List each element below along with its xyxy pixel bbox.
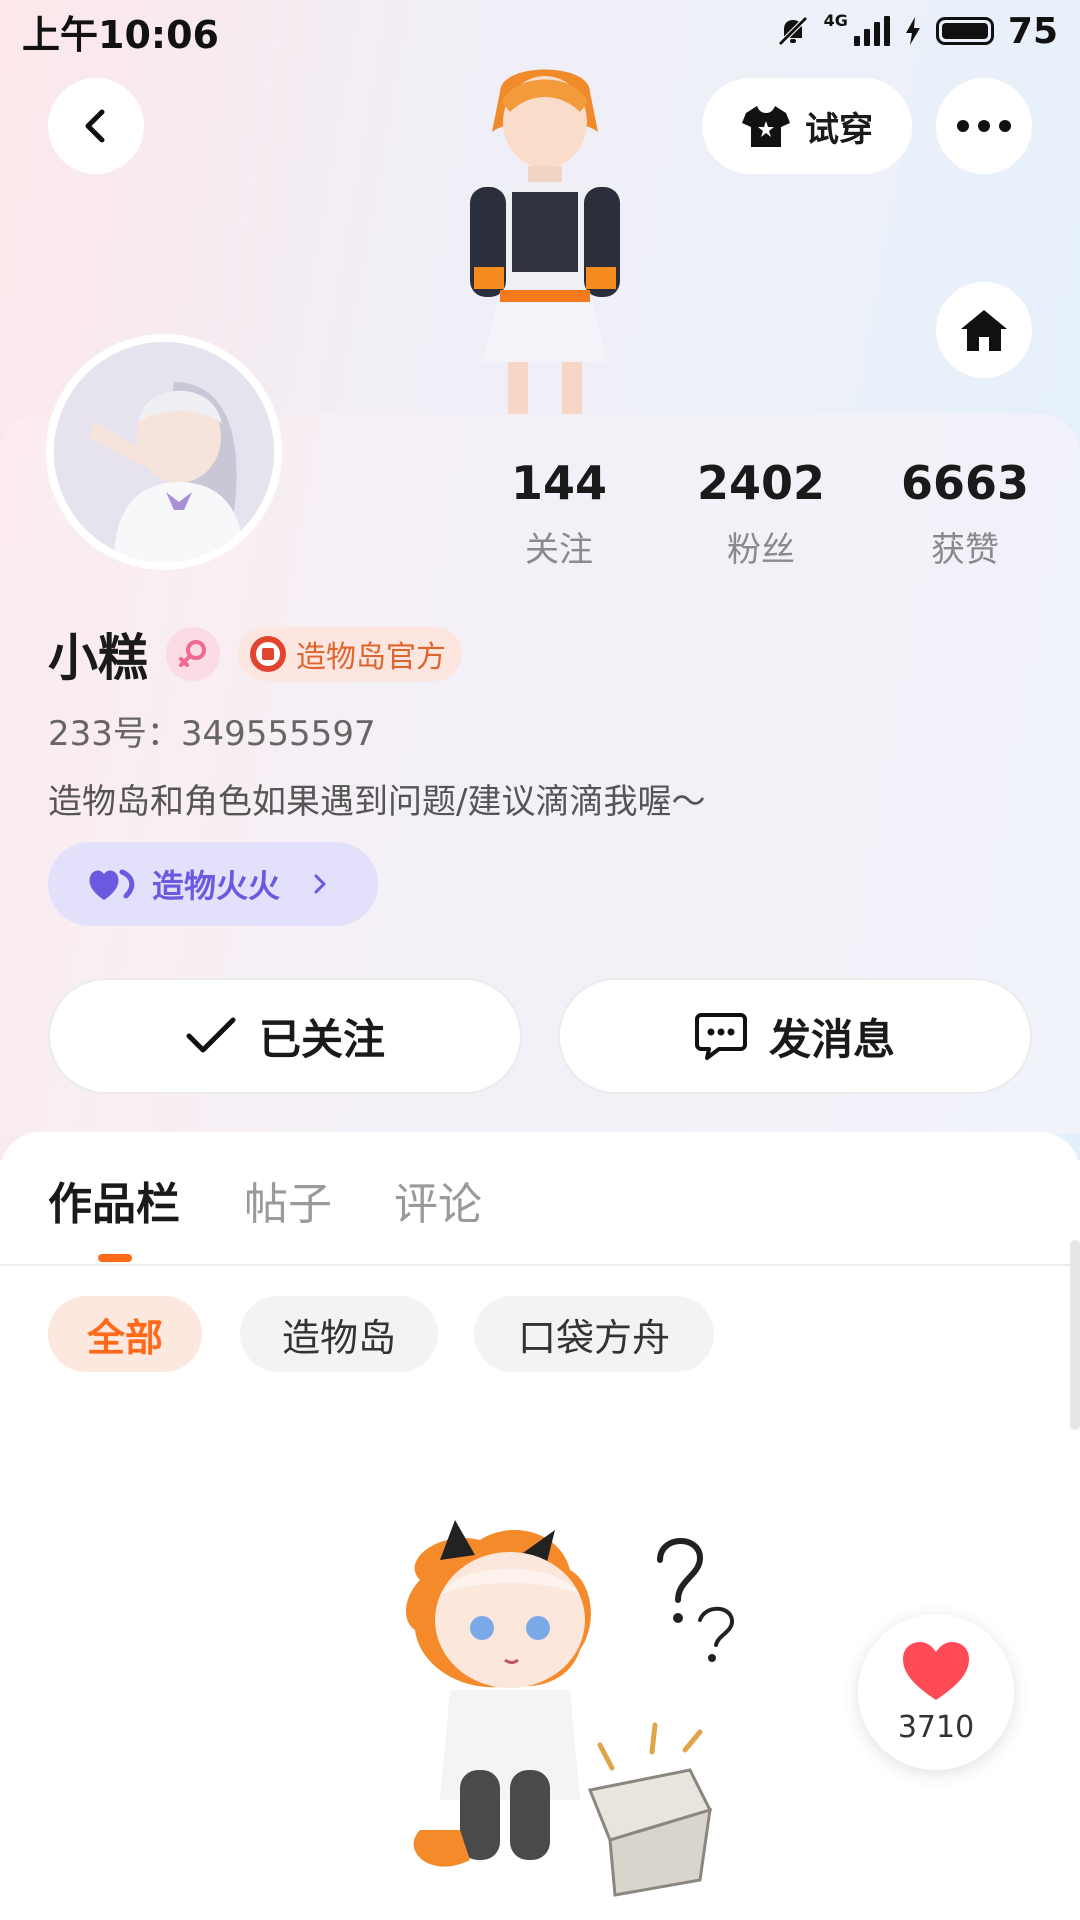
official-seal-icon [250, 636, 286, 672]
stat-value: 2402 [696, 456, 826, 510]
status-icons: 4G 75 [776, 11, 1058, 52]
network-type: 4G [823, 10, 848, 30]
home-button[interactable] [936, 282, 1032, 378]
charging-icon [905, 17, 920, 45]
user-id[interactable]: 233号：349555597 [48, 706, 376, 755]
divider [0, 1264, 1080, 1266]
empty-state-illustration [405, 1520, 734, 1897]
like-count: 3710 [897, 1709, 975, 1745]
try-on-label: 试穿 [805, 109, 873, 150]
chat-bubble-icon [694, 1013, 747, 1060]
character-avatar-figure[interactable] [430, 62, 660, 414]
avatar-portrait [54, 342, 274, 562]
tab-posts[interactable]: 帖子 [244, 1168, 332, 1232]
more-horizontal-icon [957, 120, 1011, 132]
official-badge[interactable]: 造物岛官方 [238, 627, 462, 681]
avatar[interactable] [46, 334, 282, 570]
fire-chip-button[interactable]: 造物火火 [48, 842, 378, 926]
message-button[interactable]: 发消息 [558, 978, 1032, 1094]
battery-level: 75 [1007, 10, 1058, 52]
mute-bell-icon [777, 16, 808, 46]
chevron-right-icon [314, 874, 326, 894]
fire-chip-label: 造物火火 [152, 867, 281, 905]
signal-icon [853, 16, 890, 46]
more-button[interactable] [936, 78, 1032, 174]
message-label: 发消息 [768, 1014, 895, 1064]
stat-likes[interactable]: 6663 获赞 [890, 456, 1040, 571]
battery-icon [935, 17, 994, 45]
status-bar: 上午10:06 4G 75 [0, 0, 1080, 62]
user-name: 小糕 [48, 629, 148, 687]
home-icon [961, 310, 1007, 351]
filter-chip-koudaifangzhou[interactable]: 口袋方舟 [474, 1296, 714, 1372]
tab-comments[interactable]: 评论 [394, 1168, 482, 1232]
filter-chip-all[interactable]: 全部 [48, 1296, 202, 1372]
official-badge-label: 造物岛官方 [296, 640, 446, 675]
status-time: 上午10:06 [22, 12, 219, 57]
follow-button[interactable]: 已关注 [48, 978, 522, 1094]
like-button[interactable]: 3710 [858, 1614, 1014, 1770]
chevron-left-icon [85, 109, 105, 143]
filter-chip-zaowudao[interactable]: 造物岛 [240, 1296, 438, 1372]
stat-fans[interactable]: 2402 粉丝 [686, 456, 836, 571]
scrollbar[interactable] [1070, 1240, 1080, 1430]
stat-label: 关注 [525, 530, 593, 570]
tshirt-icon [742, 106, 790, 147]
tab-works[interactable]: 作品栏 [48, 1168, 180, 1232]
check-icon [186, 1017, 236, 1053]
stat-value: 6663 [900, 456, 1030, 510]
follow-label: 已关注 [258, 1014, 385, 1064]
try-on-button[interactable]: 试穿 [702, 78, 912, 174]
stat-value: 144 [510, 456, 608, 510]
stat-following[interactable]: 144 关注 [484, 456, 634, 571]
heart-icon [903, 1641, 969, 1700]
stat-label: 粉丝 [727, 530, 795, 570]
female-icon [166, 627, 220, 681]
heart-fire-icon [89, 869, 135, 900]
back-button[interactable] [48, 78, 144, 174]
stat-label: 获赞 [931, 530, 999, 570]
user-bio: 造物岛和角色如果遇到问题/建议滴滴我喔～ [48, 782, 706, 822]
tab-indicator [98, 1254, 132, 1262]
name-row: 小糕 造物岛官方 [48, 618, 462, 690]
